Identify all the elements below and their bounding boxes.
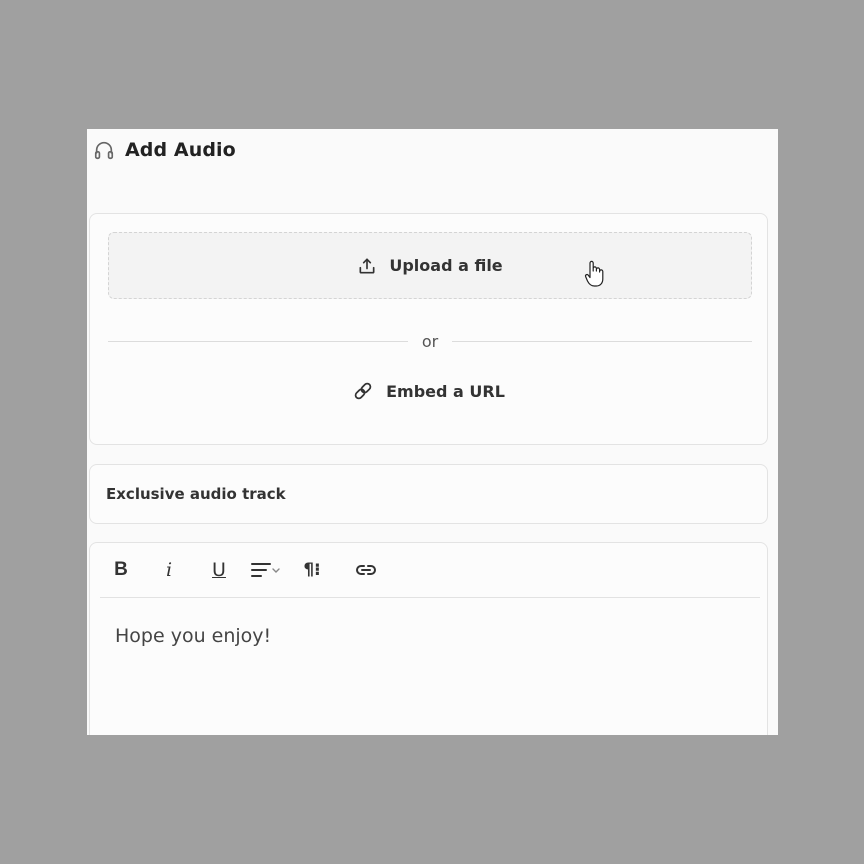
upload-file-label: Upload a file <box>389 256 503 275</box>
media-source-panel: Upload a file or Embed a URL <box>89 213 768 445</box>
divider-line-right <box>452 340 752 342</box>
add-audio-card: Add Audio Upload a file or Embed a URL E… <box>87 129 778 735</box>
audio-title-field[interactable] <box>89 464 768 524</box>
editor-body-text[interactable]: Hope you enjoy! <box>115 625 271 647</box>
or-divider: or <box>108 331 752 351</box>
upload-file-button[interactable]: Upload a file <box>108 232 752 299</box>
embed-url-label: Embed a URL <box>386 381 505 401</box>
insert-link-icon <box>356 565 376 575</box>
divider-line-left <box>108 340 408 342</box>
rich-text-editor: B i U ¶⁝ Hope you enjoy! <box>89 542 768 735</box>
link-icon <box>352 380 374 402</box>
align-left-icon <box>251 563 280 577</box>
paragraph-format-button[interactable]: ¶⁝ <box>292 555 332 585</box>
or-text: or <box>421 331 439 351</box>
underline-button[interactable]: U <box>200 555 238 585</box>
align-dropdown-button[interactable] <box>246 555 286 585</box>
card-header: Add Audio <box>93 133 236 167</box>
bold-button[interactable]: B <box>102 555 140 585</box>
insert-link-button[interactable] <box>346 555 386 585</box>
hand-pointer-cursor-icon <box>584 259 606 289</box>
page-title: Add Audio <box>125 139 236 161</box>
headphones-icon <box>93 139 115 161</box>
embed-url-button[interactable]: Embed a URL <box>90 376 767 406</box>
upload-icon <box>357 256 377 276</box>
audio-title-input[interactable] <box>104 484 705 504</box>
italic-button[interactable]: i <box>150 555 188 585</box>
editor-toolbar: B i U ¶⁝ <box>100 543 760 598</box>
